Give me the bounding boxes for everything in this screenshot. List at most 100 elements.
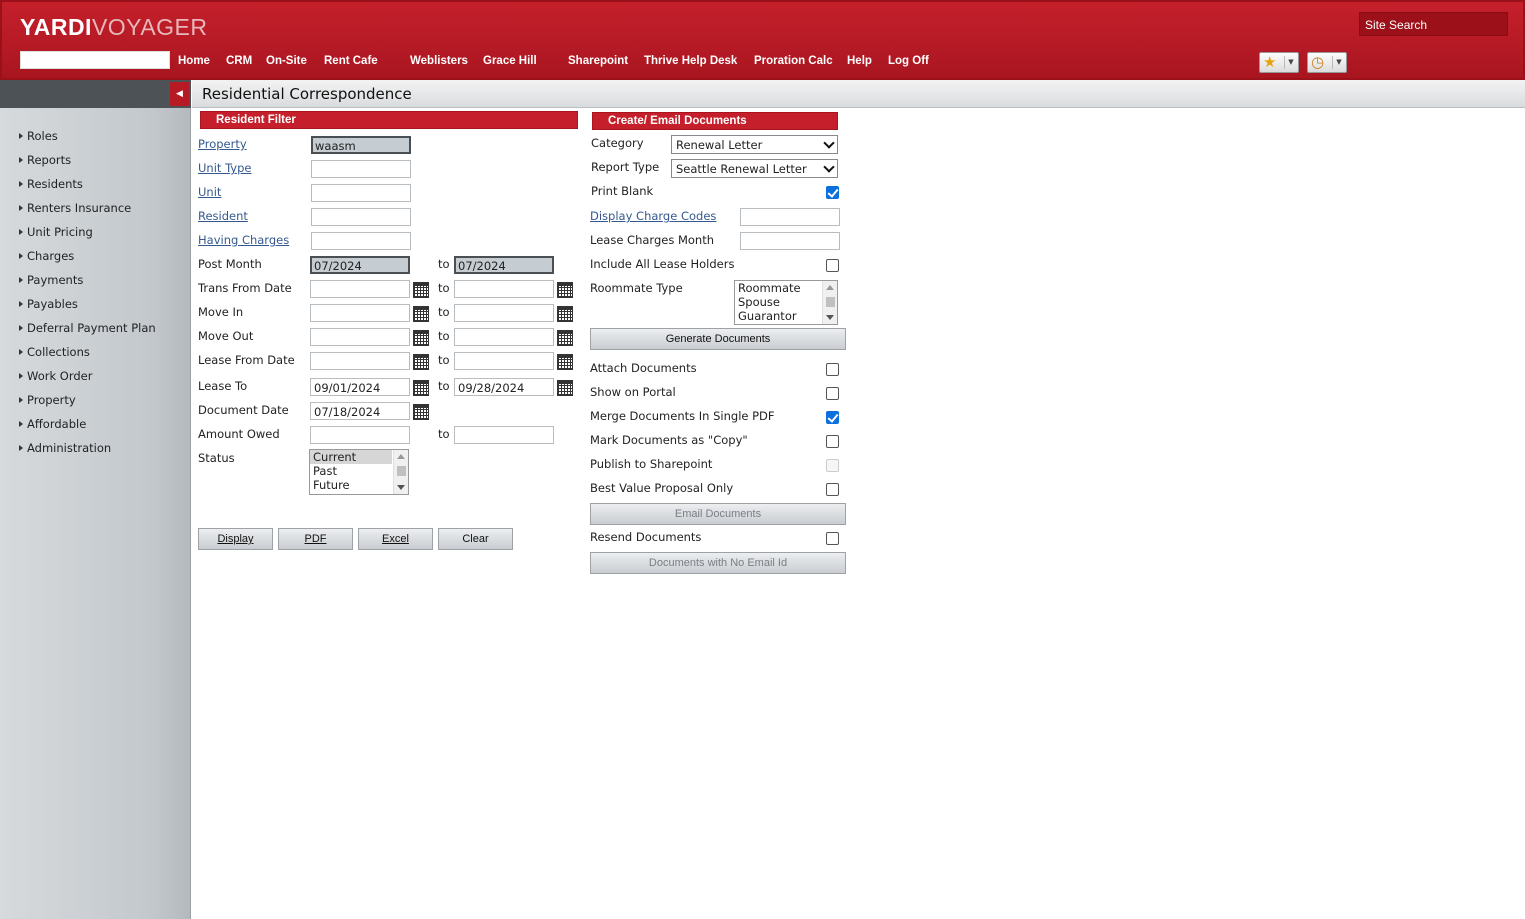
calendar-icon[interactable] <box>413 306 429 322</box>
print-blank-checkbox[interactable] <box>826 186 839 199</box>
show-on-portal-checkbox[interactable] <box>826 387 839 400</box>
calendar-icon[interactable] <box>413 380 429 396</box>
calendar-icon[interactable] <box>557 306 573 322</box>
listbox-scrollbar[interactable] <box>393 450 408 494</box>
sidebar-item-work-order[interactable]: Work Order <box>19 369 92 383</box>
property-input[interactable]: waasm <box>311 136 411 154</box>
sidebar-item-deferral-payment-plan[interactable]: Deferral Payment Plan <box>19 321 156 335</box>
merge-documents-checkbox[interactable] <box>826 411 839 424</box>
unit-type-input[interactable] <box>311 160 411 178</box>
unit-link[interactable]: Unit <box>198 185 221 199</box>
trans-to-date-input[interactable] <box>454 280 554 298</box>
unit-input[interactable] <box>311 184 411 202</box>
nav-help[interactable]: Help <box>847 55 872 67</box>
move-in-to-input[interactable] <box>454 304 554 322</box>
roommate-type-label: Roommate Type <box>590 281 683 295</box>
nav-proration-calc[interactable]: Proration Calc <box>754 55 833 67</box>
best-value-proposal-checkbox[interactable] <box>826 483 839 496</box>
nav-on-site[interactable]: On-Site <box>266 55 307 67</box>
document-date-input[interactable]: 07/18/2024 <box>310 402 410 420</box>
calendar-icon[interactable] <box>557 330 573 346</box>
post-month-to-input[interactable]: 07/2024 <box>454 256 554 274</box>
having-charges-input[interactable] <box>311 232 411 250</box>
sidebar-item-roles[interactable]: Roles <box>19 129 58 143</box>
nav-sharepoint[interactable]: Sharepoint <box>568 55 628 67</box>
lease-from-date-input[interactable] <box>310 352 410 370</box>
listbox-scrollbar[interactable] <box>822 281 837 324</box>
site-search-input[interactable]: Site Search <box>1359 12 1508 36</box>
email-documents-button[interactable]: Email Documents <box>590 503 846 525</box>
status-option-current[interactable]: Current <box>310 450 392 464</box>
calendar-icon[interactable] <box>413 282 429 298</box>
nav-log-off[interactable]: Log Off <box>888 55 929 67</box>
generate-documents-button[interactable]: Generate Documents <box>590 328 846 350</box>
category-select[interactable]: Renewal Letter <box>671 135 838 154</box>
sidebar-item-payments[interactable]: Payments <box>19 273 83 287</box>
nav-rent-cafe[interactable]: Rent Cafe <box>324 55 378 67</box>
amount-owed-label: Amount Owed <box>198 427 280 441</box>
page-title-bar: Residential Correspondence <box>192 80 1525 108</box>
nav-crm[interactable]: CRM <box>226 55 252 67</box>
status-listbox[interactable]: Current Past Future <box>309 449 409 495</box>
lease-from-date-to-input[interactable] <box>454 352 554 370</box>
lease-to-from-input[interactable]: 09/01/2024 <box>310 378 410 396</box>
calendar-icon[interactable] <box>557 354 573 370</box>
amount-owed-to-input[interactable] <box>454 426 554 444</box>
calendar-icon[interactable] <box>413 354 429 370</box>
having-charges-link[interactable]: Having Charges <box>198 233 289 247</box>
resident-input[interactable] <box>311 208 411 226</box>
calendar-icon[interactable] <box>413 404 429 420</box>
nav-grace-hill[interactable]: Grace Hill <box>483 55 537 67</box>
display-button[interactable]: Display <box>198 528 273 550</box>
sidebar-item-reports[interactable]: Reports <box>19 153 71 167</box>
header-search-input[interactable] <box>20 51 170 69</box>
trans-from-date-input[interactable] <box>310 280 410 298</box>
move-out-label: Move Out <box>198 329 254 343</box>
sidebar-item-charges[interactable]: Charges <box>19 249 74 263</box>
sidebar-item-affordable[interactable]: Affordable <box>19 417 86 431</box>
move-in-from-input[interactable] <box>310 304 410 322</box>
post-month-from-input[interactable]: 07/2024 <box>310 256 410 274</box>
include-all-lease-holders-checkbox[interactable] <box>826 259 839 272</box>
sidebar-item-collections[interactable]: Collections <box>19 345 90 359</box>
mark-documents-copy-checkbox[interactable] <box>826 435 839 448</box>
pdf-button[interactable]: PDF <box>278 528 353 550</box>
sidebar-item-payables[interactable]: Payables <box>19 297 78 311</box>
report-type-select[interactable]: Seattle Renewal Letter <box>671 159 838 178</box>
sidebar-item-renters-insurance[interactable]: Renters Insurance <box>19 201 131 215</box>
clear-button[interactable]: Clear <box>438 528 513 550</box>
nav-home[interactable]: Home <box>178 55 210 67</box>
unit-type-link[interactable]: Unit Type <box>198 161 251 175</box>
calendar-icon[interactable] <box>557 282 573 298</box>
documents-no-email-button[interactable]: Documents with No Email Id <box>590 552 846 574</box>
sidebar-item-administration[interactable]: Administration <box>19 441 111 455</box>
sidebar-item-residents[interactable]: Residents <box>19 177 83 191</box>
caret-right-icon <box>19 181 23 187</box>
lease-to-to-input[interactable]: 09/28/2024 <box>454 378 554 396</box>
history-button[interactable]: ◷ ▼ <box>1307 52 1347 73</box>
display-charge-codes-link[interactable]: Display Charge Codes <box>590 209 716 223</box>
attach-documents-checkbox[interactable] <box>826 363 839 376</box>
move-out-from-input[interactable] <box>310 328 410 346</box>
display-charge-codes-input[interactable] <box>740 208 840 226</box>
sidebar-item-unit-pricing[interactable]: Unit Pricing <box>19 225 93 239</box>
sidebar-item-property[interactable]: Property <box>19 393 76 407</box>
excel-button[interactable]: Excel <box>358 528 433 550</box>
show-on-portal-label: Show on Portal <box>590 385 676 399</box>
resend-documents-label: Resend Documents <box>590 530 702 544</box>
resend-documents-checkbox[interactable] <box>826 532 839 545</box>
amount-owed-from-input[interactable] <box>310 426 410 444</box>
property-link[interactable]: Property <box>198 137 247 151</box>
favorites-button[interactable]: ★ ▼ <box>1259 52 1299 73</box>
nav-thrive-help-desk[interactable]: Thrive Help Desk <box>644 55 737 67</box>
lease-charges-month-input[interactable] <box>740 232 840 250</box>
roommate-type-listbox[interactable]: Roommate Spouse Guarantor <box>734 280 838 325</box>
yardi-voyager-logo[interactable]: YARDIVOYAGER <box>20 14 208 41</box>
calendar-icon[interactable] <box>413 330 429 346</box>
collapse-sidebar-button[interactable]: ◀ <box>170 82 189 106</box>
move-out-to-input[interactable] <box>454 328 554 346</box>
nav-weblisters[interactable]: Weblisters <box>410 55 468 67</box>
resident-link[interactable]: Resident <box>198 209 248 223</box>
report-type-label: Report Type <box>591 160 660 174</box>
calendar-icon[interactable] <box>557 380 573 396</box>
